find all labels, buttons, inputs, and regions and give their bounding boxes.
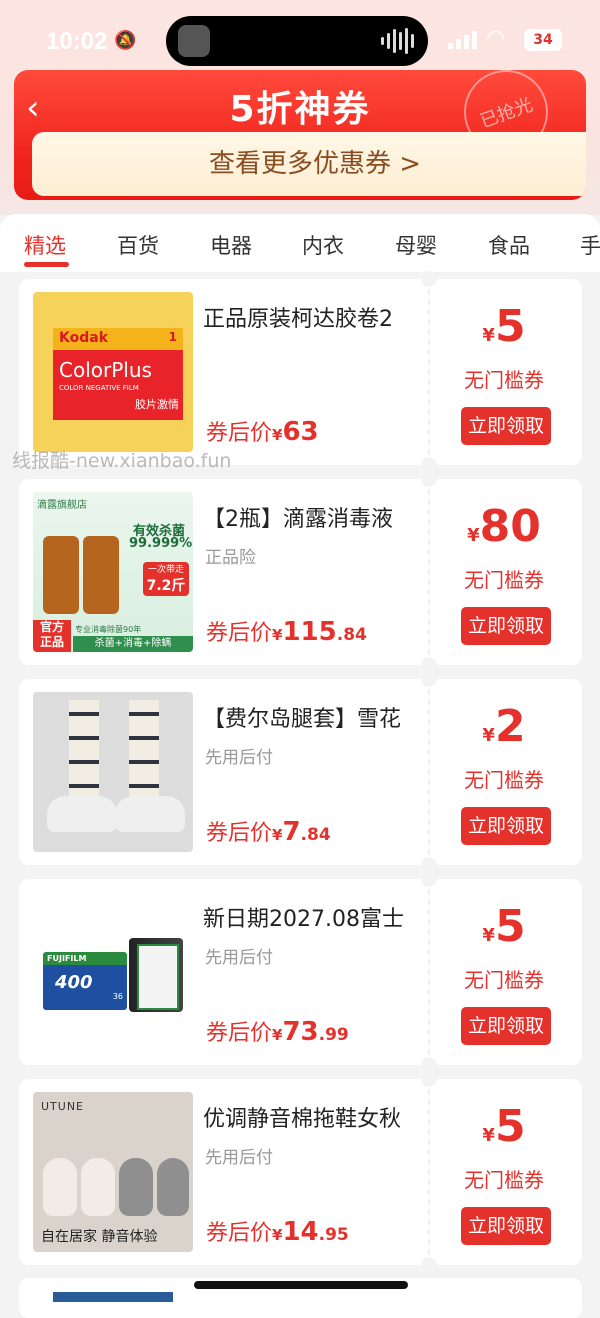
strip-text-1: 专业消毒除菌90年 (75, 625, 142, 634)
active-tab-indicator (24, 262, 69, 267)
audio-waveform-icon (381, 28, 414, 54)
product-title[interactable]: 【2瓶】滴露消毒液 (203, 501, 433, 533)
fujifilm-logo-text: FUJIFILM (47, 954, 87, 963)
promo-line-2: 7.2斤 (146, 578, 186, 594)
price-after-coupon: 券后价¥73.99 (206, 1017, 349, 1047)
product-tag: 先用后付 (205, 948, 273, 968)
colorplus-text: ColorPlus (59, 358, 152, 382)
tab-food[interactable]: 食品 (488, 230, 530, 260)
notch-top (421, 271, 437, 287)
mute-bell-icon: 🔕 (114, 30, 137, 51)
kodak-logo-text: Kodak (59, 330, 108, 346)
tab-appliances[interactable]: 电器 (210, 230, 252, 260)
cellular-signal-icon (448, 31, 477, 49)
watermark: 线报酷-new.xianbao.fun (12, 450, 232, 472)
tab-underwear[interactable]: 内衣 (302, 230, 344, 260)
coupon-amount: ¥5 (482, 301, 526, 352)
claim-coupon-button[interactable]: 立即领取 (461, 1207, 551, 1245)
product-image-kodak: Kodak 1 ColorPlus COLOR NEGATIVE FILM 胶片… (33, 292, 193, 452)
product-card[interactable]: 【费尔岛腿套】雪花 先用后付 券后价¥7.84 ¥2 无门槛券 立即领取 (19, 671, 582, 873)
genuine-badge: 正品 (39, 635, 64, 649)
exposure-count: 36 (112, 992, 123, 1001)
notch-top (421, 471, 437, 487)
kodak-badge: 1 (168, 330, 177, 344)
coupon-type: 无门槛券 (464, 968, 544, 992)
product-title[interactable]: 新日期2027.08富士 (203, 901, 433, 933)
official-badge: 官方 (39, 620, 64, 634)
utune-logo-text: UTUNE (41, 1100, 85, 1113)
coupon-divider (428, 1079, 430, 1265)
tab-featured[interactable]: 精选 (24, 230, 66, 260)
coupon-type: 无门槛券 (464, 1168, 544, 1192)
coupon-divider (428, 279, 430, 465)
coupon-amount: ¥2 (482, 701, 526, 752)
coupon-amount: ¥5 (482, 901, 526, 952)
category-tabs: 精选 百货 电器 内衣 母婴 食品 手 (0, 214, 600, 272)
store-name: 滴露旗舰店 (37, 500, 87, 511)
notch-bottom (421, 1257, 437, 1273)
product-card[interactable]: UTUNE 自在居家 静音体验 优调静音棉拖鞋女秋 先用后付 券后价¥14.95… (19, 1071, 582, 1273)
coupon-amount: ¥80 (467, 501, 541, 552)
promo-line-1: 一次带走 (147, 565, 184, 575)
price-after-coupon: 券后价¥7.84 (206, 817, 331, 847)
wifi-icon: ◠ (486, 26, 506, 51)
product-title[interactable]: 【费尔岛腿套】雪花 (203, 701, 433, 733)
coupon-type: 无门槛券 (464, 768, 544, 792)
strip-text-2: 杀菌+消毒+除螨 (73, 636, 193, 652)
battery-icon: 34 (524, 29, 562, 51)
coupon-type: 无门槛券 (464, 368, 544, 392)
tab-more[interactable]: 手 (580, 230, 600, 260)
tab-general-goods[interactable]: 百货 (117, 230, 159, 260)
product-image-slippers: UTUNE 自在居家 静音体验 (33, 1092, 193, 1252)
now-playing-artwork (178, 25, 210, 57)
status-bar: 10:02 🔕 ◠ 34 (0, 0, 600, 66)
product-title[interactable]: 正品原装柯达胶卷2 (203, 301, 433, 333)
coupon-divider (428, 879, 430, 1065)
headline-2: 99.999% (129, 536, 193, 551)
status-time: 10:02 (46, 28, 108, 55)
claim-coupon-button[interactable]: 立即领取 (461, 807, 551, 845)
image-overlay-text: 胶片激情 (135, 398, 179, 411)
product-image-fujifilm: FUJIFILM 400 36 (33, 892, 193, 1052)
product-tag: 正品险 (205, 548, 256, 568)
notch-top (421, 871, 437, 887)
notch-top (421, 671, 437, 687)
product-tag: 先用后付 (205, 748, 273, 768)
product-tag: 先用后付 (205, 1148, 273, 1168)
product-card[interactable]: 滴露旗舰店 有效杀菌 99.999% 一次带走 7.2斤 官方 正品 专业消毒除… (19, 471, 582, 673)
more-coupons-button[interactable]: 查看更多优惠券 > (32, 132, 586, 196)
product-card[interactable]: FUJIFILM 400 36 新日期2027.08富士 先用后付 券后价¥73… (19, 871, 582, 1073)
price-after-coupon: 券后价¥115.84 (206, 617, 367, 647)
coupon-banner: ‹ 5折神券 已抢光 查看更多优惠券 > (14, 70, 586, 200)
coupon-type: 无门槛券 (464, 568, 544, 592)
tab-baby[interactable]: 母婴 (395, 230, 437, 260)
coupon-divider (428, 679, 430, 865)
iso-text: 400 (55, 972, 93, 993)
image-caption: 自在居家 静音体验 (41, 1229, 158, 1245)
home-indicator[interactable] (194, 1281, 408, 1289)
product-image-dettol: 滴露旗舰店 有效杀菌 99.999% 一次带走 7.2斤 官方 正品 专业消毒除… (33, 492, 193, 652)
price-after-coupon: 券后价¥63 (206, 417, 319, 447)
dynamic-island (166, 16, 428, 66)
claim-coupon-button[interactable]: 立即领取 (461, 407, 551, 445)
coupon-amount: ¥5 (482, 1101, 526, 1152)
product-title[interactable]: 优调静音棉拖鞋女秋 (203, 1101, 433, 1133)
claim-coupon-button[interactable]: 立即领取 (461, 1007, 551, 1045)
notch-top (421, 1071, 437, 1087)
film-type-text: COLOR NEGATIVE FILM (59, 384, 139, 392)
price-after-coupon: 券后价¥14.95 (206, 1217, 349, 1247)
coupon-divider (428, 479, 430, 665)
product-card[interactable]: Kodak 1 ColorPlus COLOR NEGATIVE FILM 胶片… (19, 271, 582, 473)
claim-coupon-button[interactable]: 立即领取 (461, 607, 551, 645)
product-image-leg-warmers (33, 692, 193, 852)
